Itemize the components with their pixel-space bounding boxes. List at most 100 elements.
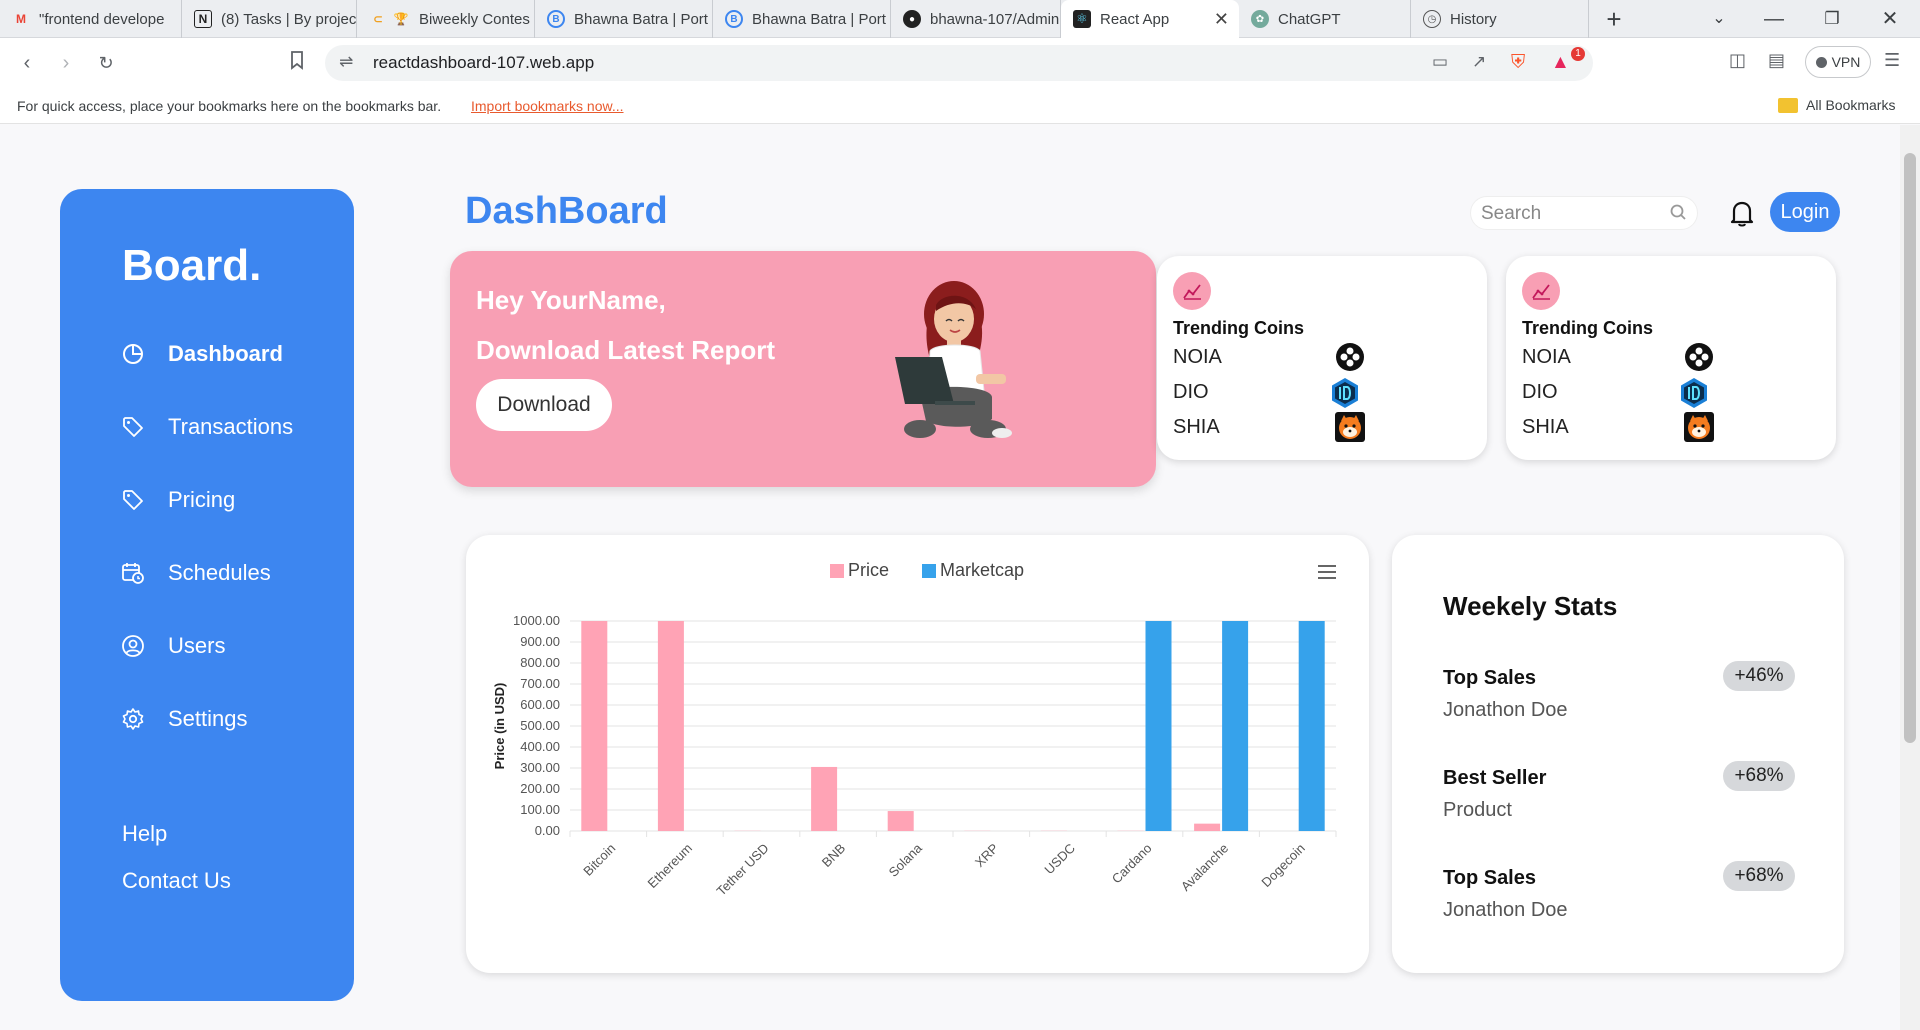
login-button[interactable]: Login xyxy=(1770,192,1840,232)
back-icon[interactable]: ‹ xyxy=(14,50,40,76)
brave-shield-icon[interactable]: ⛨ xyxy=(1511,52,1525,74)
browser-tab[interactable]: B Bhawna Batra | Port xyxy=(535,0,713,38)
menu-icon[interactable]: ☰ xyxy=(1884,50,1900,71)
page-title: DashBoard xyxy=(465,190,668,232)
minimize-icon[interactable]: — xyxy=(1758,0,1790,38)
new-tab-icon[interactable]: + xyxy=(1598,0,1630,38)
notification-badge: 1 xyxy=(1571,47,1585,61)
chart-menu-icon[interactable] xyxy=(1316,563,1338,586)
vpn-status-icon xyxy=(1815,56,1827,68)
girl-with-laptop-illustration xyxy=(880,279,1030,454)
browser-tab[interactable]: B Bhawna Batra | Port xyxy=(713,0,891,38)
brand-logo: Board. xyxy=(122,241,262,290)
bar-marketcap xyxy=(1222,621,1249,831)
browser-tab-active[interactable]: ⚛ React App ✕ xyxy=(1061,0,1239,38)
bar-price xyxy=(581,621,608,831)
bookmarks-bar: For quick access, place your bookmarks h… xyxy=(0,88,1920,124)
stat-badge: +68% xyxy=(1723,761,1795,791)
browser-tab[interactable]: ⊂ 🏆 Biweekly Contes xyxy=(357,0,535,38)
y-tick-label: 600.00 xyxy=(520,697,560,712)
cast-icon[interactable]: ▭ xyxy=(1432,52,1448,72)
search-input[interactable] xyxy=(1481,202,1661,226)
browser-tab[interactable]: ✿ ChatGPT xyxy=(1239,0,1411,38)
reload-icon[interactable]: ↻ xyxy=(93,50,119,76)
stat-item: Top Sales Jonathon Doe +68% xyxy=(1443,861,1795,922)
stat-item: Top Sales Jonathon Doe +46% xyxy=(1443,661,1795,722)
bookmarks-message: For quick access, place your bookmarks h… xyxy=(17,98,442,114)
bar-price xyxy=(657,621,684,831)
trending-coins-title: Trending Coins xyxy=(1173,318,1305,338)
hero-subtitle: Download Latest Report xyxy=(476,335,776,365)
search-box xyxy=(1470,196,1698,230)
y-tick-label: 200.00 xyxy=(520,781,560,796)
browser-tab[interactable]: N (8) Tasks | By projec xyxy=(182,0,357,38)
y-tick-label: 0.00 xyxy=(535,823,560,838)
download-report-card: Hey YourName, Download Latest Report Dow… xyxy=(450,251,1156,487)
browser-tab[interactable]: ◷ History xyxy=(1411,0,1589,38)
y-tick-label: 100.00 xyxy=(520,802,560,817)
bookmark-icon[interactable] xyxy=(284,50,310,76)
sidebar-item-users[interactable]: Users xyxy=(120,633,225,659)
site-settings-icon[interactable]: ⇌ xyxy=(339,52,353,72)
bar-price xyxy=(887,811,914,831)
wallet-icon[interactable]: ▤ xyxy=(1768,50,1785,71)
dashboard-page: Board. Dashboard Transactions Pricing Sc… xyxy=(0,125,1900,1030)
url-text[interactable]: reactdashboard-107.web.app xyxy=(373,53,594,73)
sidebar-item-settings[interactable]: Settings xyxy=(120,706,248,732)
x-tick-label: USDC xyxy=(1041,841,1078,878)
import-bookmarks-link[interactable]: Import bookmarks now... xyxy=(471,98,624,114)
trophy-icon: 🏆 xyxy=(393,12,409,26)
contact-us-link[interactable]: Contact Us xyxy=(122,868,231,894)
vpn-button[interactable]: VPN xyxy=(1805,46,1871,78)
brave-rewards-icon[interactable]: ▲ xyxy=(1551,52,1570,74)
address-bar[interactable]: ⇌ reactdashboard-107.web.app ▭ ↗ ⛨ ▲ 1 xyxy=(325,45,1593,81)
legend-swatch xyxy=(922,564,936,578)
chevron-down-icon[interactable]: ⌄ xyxy=(1703,0,1735,38)
browser-tab-strip: M "frontend develope N (8) Tasks | By pr… xyxy=(0,0,1920,38)
page-scrollbar[interactable] xyxy=(1900,125,1920,1030)
bell-icon[interactable] xyxy=(1728,198,1756,233)
search-icon[interactable] xyxy=(1669,202,1689,229)
x-tick-label: Ethereum xyxy=(645,841,695,891)
browser-tab[interactable]: ● bhawna-107/Admin xyxy=(891,0,1061,38)
sidebar-item-pricing[interactable]: Pricing xyxy=(120,487,235,513)
hero-greeting: Hey YourName, xyxy=(476,285,666,315)
x-tick-label: Cardano xyxy=(1109,841,1155,887)
scrollbar-thumb[interactable] xyxy=(1904,153,1916,743)
sidebar-item-transactions[interactable]: Transactions xyxy=(120,414,293,440)
calendar-clock-icon xyxy=(120,560,146,586)
download-button[interactable]: Download xyxy=(476,379,612,431)
y-tick-label: 800.00 xyxy=(520,655,560,670)
price-marketcap-bar-chart: 0.00 100.00 200.00 300.00 400.00 500.00 600.00… xyxy=(492,560,1337,899)
trending-chart-icon xyxy=(1522,272,1560,310)
coin-row: NOIA xyxy=(1522,342,1822,372)
share-icon[interactable]: ↗ xyxy=(1472,52,1486,72)
noia-logo-icon xyxy=(1684,342,1714,372)
gmail-icon: M xyxy=(16,12,26,26)
legend-label: Price xyxy=(848,560,889,580)
shia-logo-icon xyxy=(1335,412,1365,442)
close-window-icon[interactable]: ✕ xyxy=(1874,0,1906,38)
shia-logo-icon xyxy=(1684,412,1714,442)
close-tab-icon[interactable]: ✕ xyxy=(1214,9,1229,30)
restore-icon[interactable]: ❐ xyxy=(1816,0,1848,38)
weekly-stats-title: Weekely Stats xyxy=(1443,591,1618,621)
sidebar-item-dashboard[interactable]: Dashboard xyxy=(120,341,283,367)
help-link[interactable]: Help xyxy=(122,821,167,847)
price-chart-card: 0.00 100.00 200.00 300.00 400.00 500.00 600.00… xyxy=(466,535,1369,973)
stat-badge: +46% xyxy=(1723,661,1795,691)
all-bookmarks-button[interactable]: All Bookmarks xyxy=(1778,97,1895,113)
sidebar-toggle-icon[interactable]: ◫ xyxy=(1729,50,1746,71)
notion-icon: N xyxy=(194,10,212,28)
forward-icon[interactable]: › xyxy=(53,50,79,76)
stat-item: Best Seller Product +68% xyxy=(1443,761,1795,822)
x-tick-label: BNB xyxy=(819,841,849,871)
stat-badge: +68% xyxy=(1723,861,1795,891)
sidebar-item-schedules[interactable]: Schedules xyxy=(120,560,271,586)
browser-tab[interactable]: M "frontend develope xyxy=(0,0,182,38)
noia-logo-icon xyxy=(1335,342,1365,372)
history-icon: ◷ xyxy=(1423,10,1441,28)
bar-price xyxy=(1194,823,1221,831)
trending-coins-card: Trending Coins NOIA DIO SHIA xyxy=(1506,256,1836,460)
react-icon: ⚛ xyxy=(1073,10,1091,28)
